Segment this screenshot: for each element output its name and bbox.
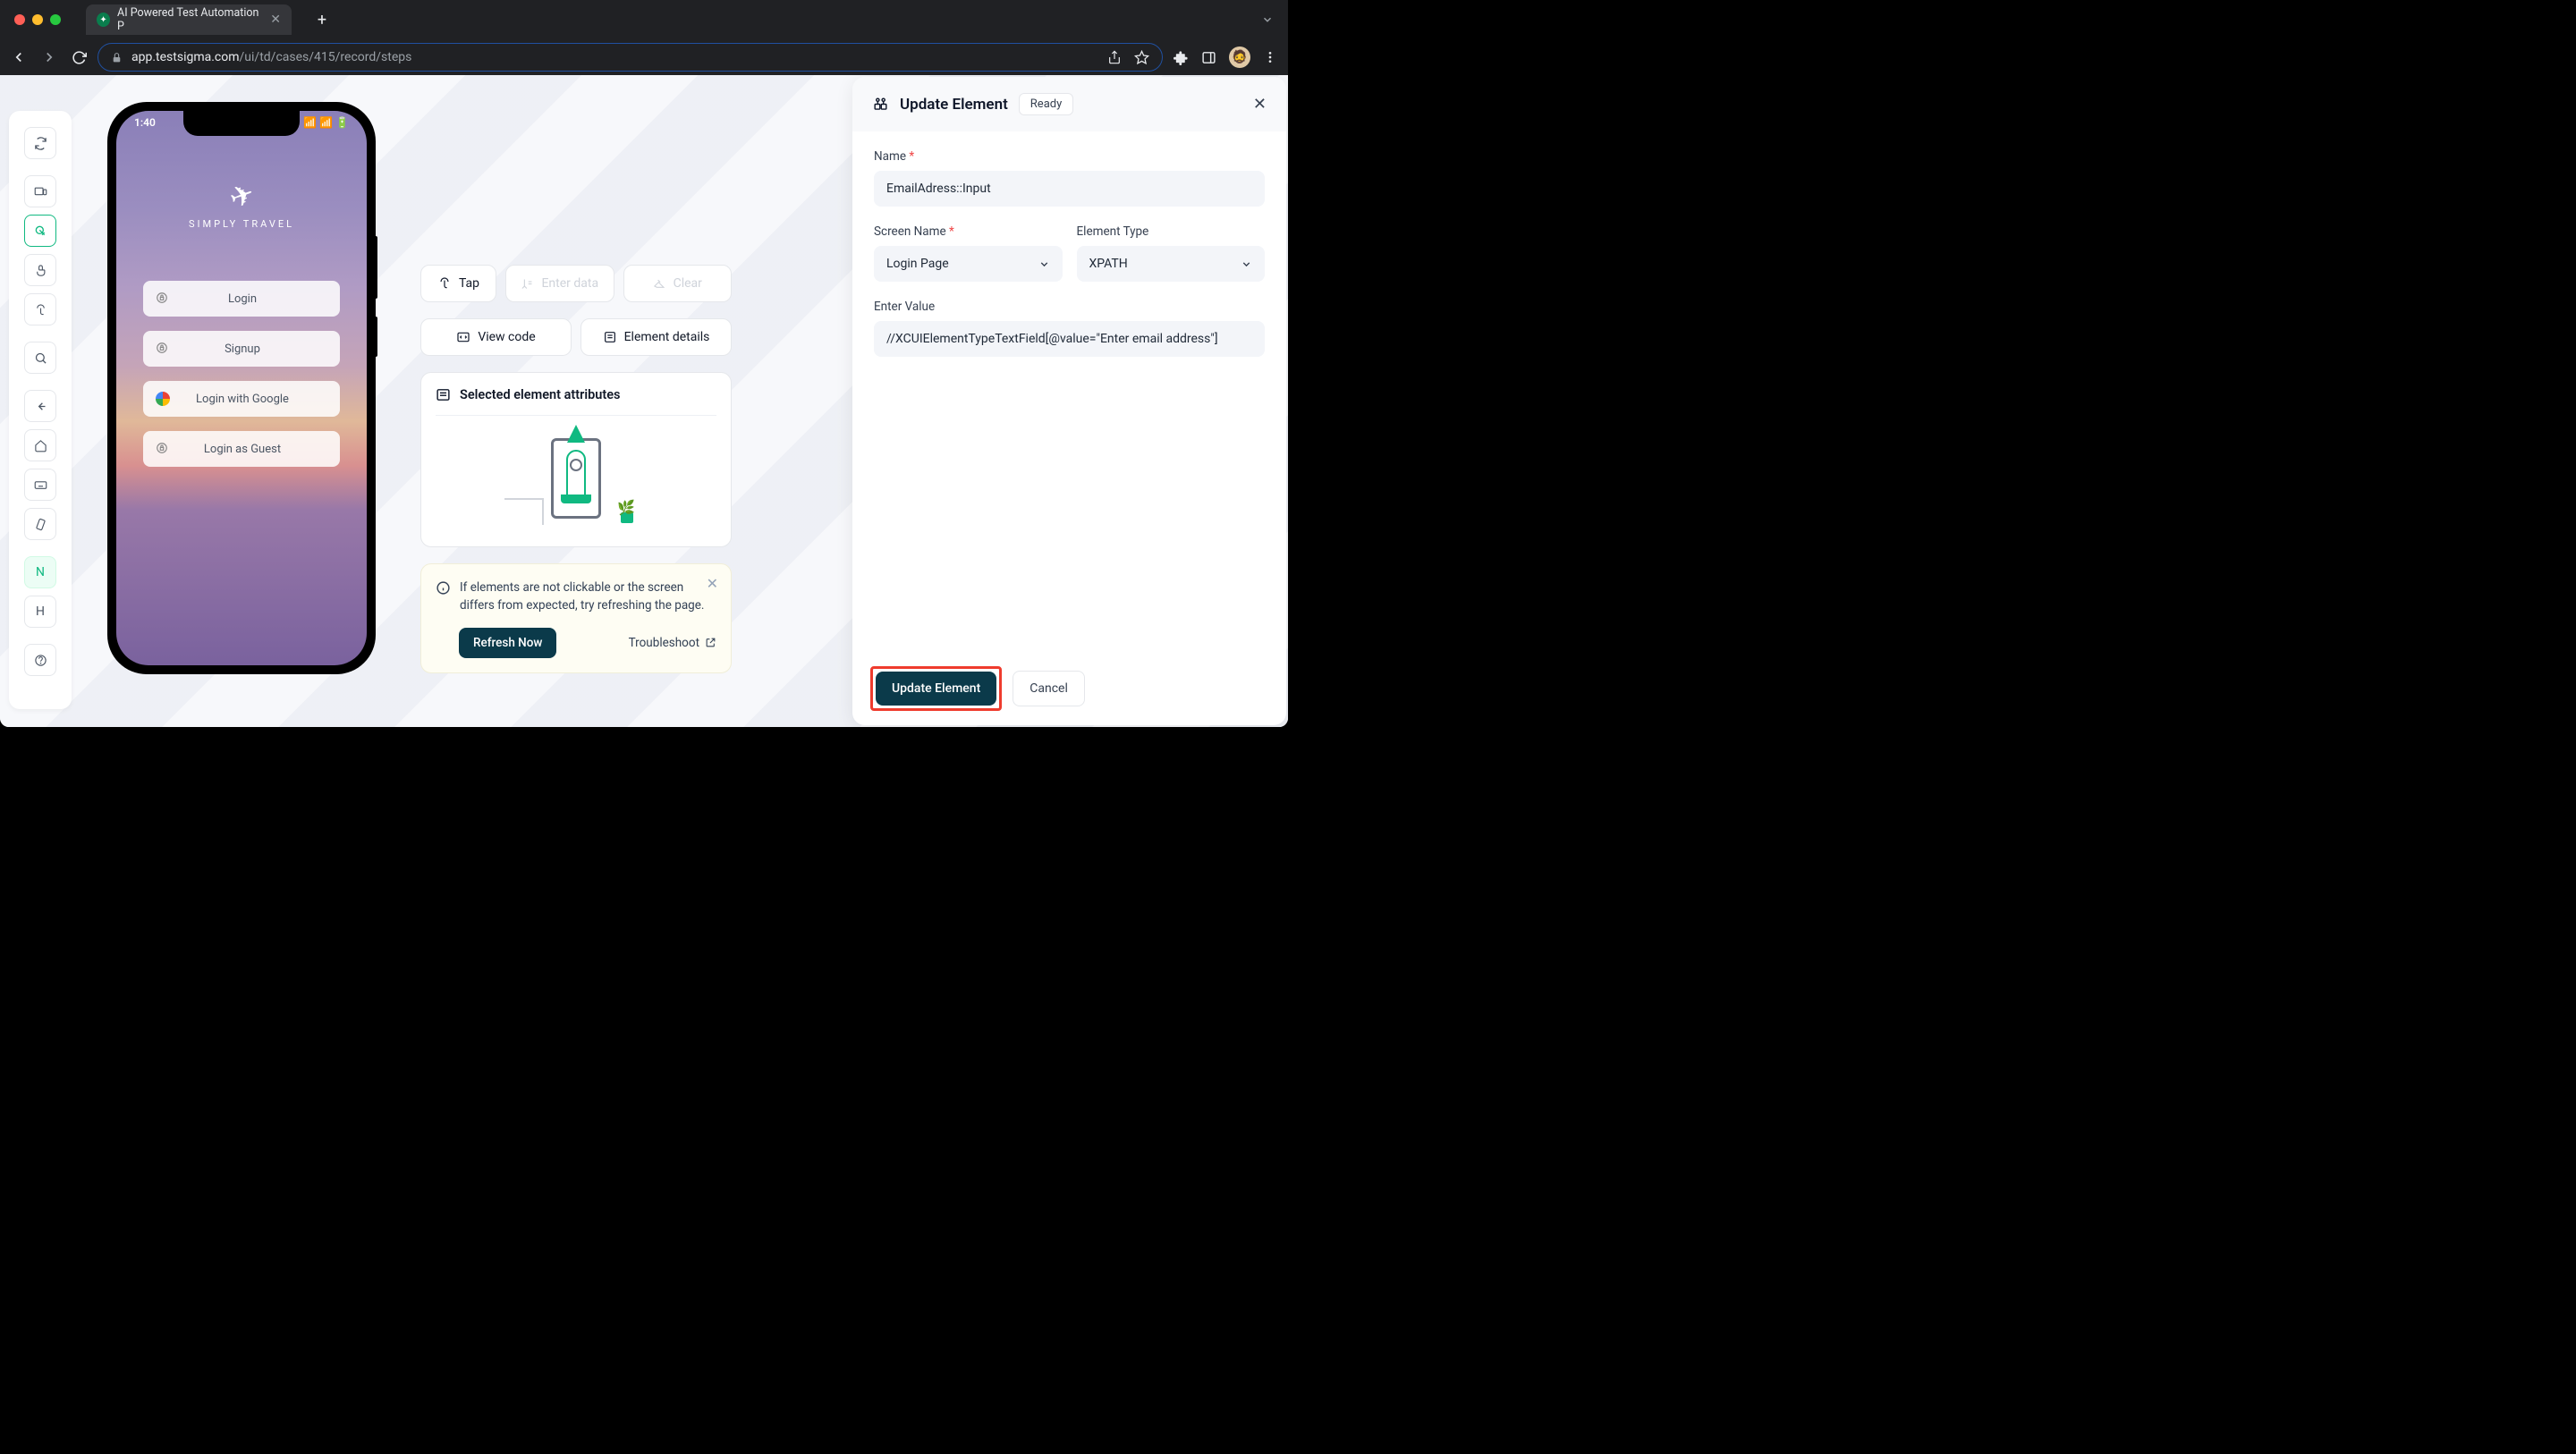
list-icon	[436, 387, 451, 402]
device-time: 1:40	[134, 116, 156, 129]
app-area: N H 1:40 📶 📶 🔋 ✈ SI	[0, 75, 1288, 727]
details-icon	[603, 330, 617, 344]
enter-data-button: Enter data	[505, 265, 614, 302]
update-element-button[interactable]: Update Element	[876, 672, 996, 706]
lock-icon	[156, 442, 170, 456]
nav-back-icon[interactable]	[11, 49, 27, 65]
lock-icon	[111, 52, 123, 63]
element-details-button[interactable]: Element details	[580, 318, 732, 356]
attributes-title: Selected element attributes	[460, 387, 620, 402]
cancel-button[interactable]: Cancel	[1013, 671, 1085, 706]
device-signup-button[interactable]: Signup	[143, 331, 340, 367]
update-highlight: Update Element	[870, 666, 1002, 711]
empty-illustration	[436, 425, 716, 532]
sidebar-inspect-icon[interactable]	[24, 215, 56, 247]
sidebar-swipe-icon[interactable]	[24, 293, 56, 325]
element-icon	[872, 96, 889, 113]
element-type-label: Element Type	[1077, 224, 1266, 239]
lock-icon	[156, 292, 170, 306]
device-guest-button[interactable]: Login as Guest	[143, 431, 340, 467]
app-logo-icon: ✈	[225, 176, 258, 216]
left-sidebar: N H	[9, 111, 72, 709]
info-message: If elements are not clickable or the scr…	[460, 579, 716, 615]
panel-icon[interactable]	[1201, 50, 1216, 65]
tab-favicon-icon: ✦	[97, 13, 110, 27]
attributes-card: Selected element attributes	[420, 372, 732, 547]
sidebar-letter-n[interactable]: N	[24, 556, 56, 588]
google-icon	[156, 392, 170, 406]
panel-title: Update Element	[900, 96, 1008, 114]
clear-icon	[653, 277, 666, 291]
status-badge: Ready	[1019, 93, 1073, 115]
new-tab-button[interactable]: +	[309, 7, 335, 32]
value-input[interactable]	[874, 321, 1265, 357]
url-host: app.testsigma.com/ui/td/cases/415/record…	[131, 50, 411, 64]
tabs-overflow-icon[interactable]	[1261, 13, 1274, 26]
screen-name-label: Screen Name *	[874, 224, 1063, 239]
element-type-select[interactable]: XPATH	[1077, 246, 1266, 282]
sidebar-tap-icon[interactable]	[24, 254, 56, 286]
chevron-down-icon	[1038, 258, 1050, 270]
sidebar-back-icon[interactable]	[24, 390, 56, 422]
refresh-now-button[interactable]: Refresh Now	[459, 628, 556, 658]
enter-data-icon	[521, 277, 534, 291]
view-code-button[interactable]: View code	[420, 318, 572, 356]
device-preview: 1:40 📶 📶 🔋 ✈ SIMPLY TRAVEL Login	[107, 102, 376, 674]
sidebar-home-icon[interactable]	[24, 429, 56, 461]
panel-close-icon[interactable]: ✕	[1253, 95, 1267, 114]
sidebar-devices-icon[interactable]	[24, 175, 56, 207]
browser-tab[interactable]: ✦ AI Powered Test Automation P ✕	[86, 4, 292, 35]
info-icon	[436, 580, 451, 615]
update-element-panel: Update Element Ready ✕ Name * Screen Nam…	[852, 77, 1286, 725]
sidebar-help-icon[interactable]	[24, 644, 56, 676]
clear-button: Clear	[623, 265, 733, 302]
chevron-down-icon	[1241, 258, 1252, 270]
name-input[interactable]	[874, 171, 1265, 207]
address-bar[interactable]: app.testsigma.com/ui/td/cases/415/record…	[97, 43, 1163, 72]
info-banner: ✕ If elements are not clickable or the s…	[420, 563, 732, 673]
info-close-icon[interactable]: ✕	[707, 575, 718, 592]
name-label: Name *	[874, 149, 1265, 164]
enter-value-label: Enter Value	[874, 300, 1265, 314]
troubleshoot-link[interactable]: Troubleshoot	[629, 636, 716, 650]
share-icon[interactable]	[1107, 50, 1122, 64]
screen-name-select[interactable]: Login Page	[874, 246, 1063, 282]
window-minimize-icon[interactable]	[32, 14, 43, 25]
tab-close-icon[interactable]: ✕	[270, 13, 281, 27]
tab-title: AI Powered Test Automation P	[117, 6, 259, 33]
extensions-icon[interactable]	[1174, 50, 1189, 65]
tap-icon	[437, 276, 452, 291]
sidebar-search-icon[interactable]	[24, 342, 56, 374]
nav-forward-icon	[41, 49, 57, 65]
nav-reload-icon[interactable]	[72, 50, 87, 65]
lock-icon	[156, 342, 170, 356]
code-icon	[456, 330, 470, 344]
sidebar-letter-h[interactable]: H	[24, 596, 56, 628]
window-close-icon[interactable]	[14, 14, 25, 25]
browser-chrome: ✦ AI Powered Test Automation P ✕ + app.t…	[0, 0, 1288, 75]
tap-button[interactable]: Tap	[420, 265, 496, 302]
bookmark-icon[interactable]	[1134, 50, 1149, 65]
device-google-button[interactable]: Login with Google	[143, 381, 340, 417]
profile-avatar[interactable]: 🧔	[1229, 46, 1250, 68]
menu-icon[interactable]	[1263, 50, 1277, 64]
app-brand: SIMPLY TRAVEL	[189, 218, 294, 230]
sidebar-keyboard-icon[interactable]	[24, 469, 56, 501]
device-login-button[interactable]: Login	[143, 281, 340, 317]
device-status-icons: 📶 📶 🔋	[303, 116, 349, 129]
window-maximize-icon[interactable]	[50, 14, 61, 25]
window-controls	[9, 14, 66, 25]
sidebar-rotate-icon[interactable]	[24, 508, 56, 540]
sidebar-sync-icon[interactable]	[24, 127, 56, 159]
